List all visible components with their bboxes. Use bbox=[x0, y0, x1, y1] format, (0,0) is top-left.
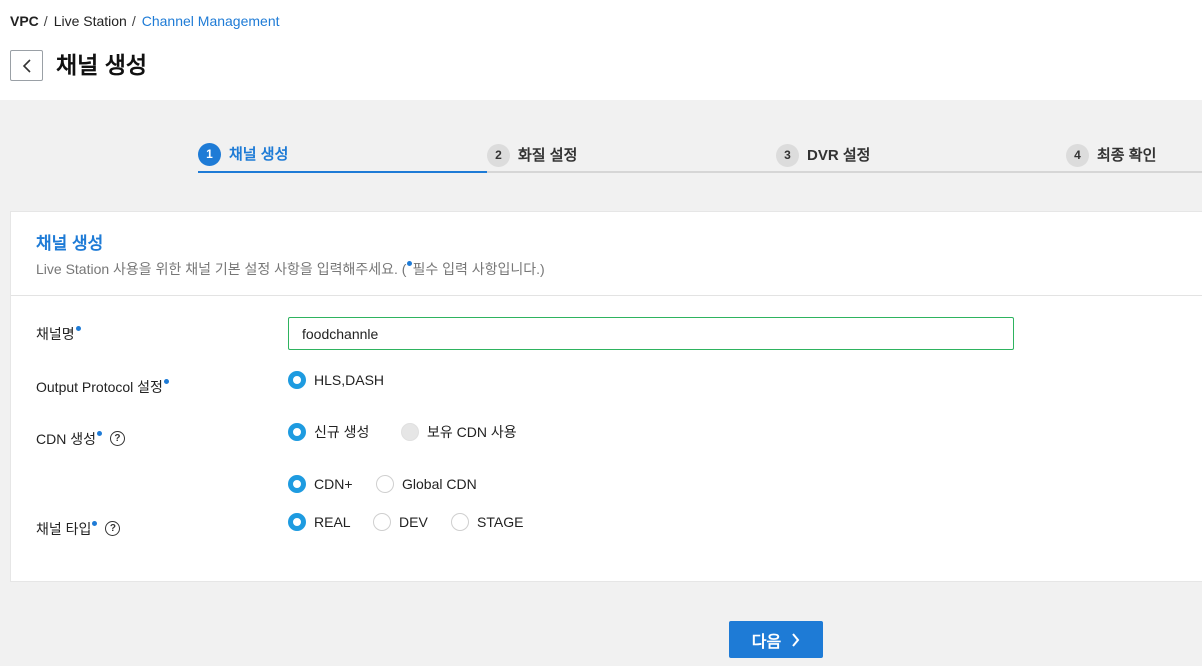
radio-unchecked-icon bbox=[376, 475, 394, 493]
radio-unchecked-icon bbox=[451, 513, 469, 531]
channel-name-label: 채널명 bbox=[36, 324, 81, 344]
next-button[interactable]: 다음 bbox=[729, 621, 823, 658]
form-header: 채널 생성 Live Station 사용을 위한 채널 기본 설정 사항을 입… bbox=[11, 212, 1202, 296]
radio-hls-dash[interactable]: HLS,DASH bbox=[288, 371, 384, 389]
cdn-create-label: CDN 생성 ? bbox=[36, 429, 125, 449]
required-dot-icon bbox=[163, 379, 169, 384]
form-description: Live Station 사용을 위한 채널 기본 설정 사항을 입력해주세요.… bbox=[36, 259, 545, 279]
step-number: 1 bbox=[198, 142, 221, 166]
breadcrumb-separator: / bbox=[131, 13, 136, 29]
required-dot-icon bbox=[75, 326, 81, 331]
radio-cdn-existing[interactable]: 보유 CDN 사용 bbox=[401, 422, 517, 442]
step-dvr-settings[interactable]: 3 DVR 설정 bbox=[776, 133, 870, 173]
help-icon[interactable]: ? bbox=[105, 521, 121, 536]
output-protocol-label: Output Protocol 설정 bbox=[36, 377, 169, 397]
stepper: 1 채널 생성 2 화질 설정 3 DVR 설정 4 최종 확인 bbox=[198, 133, 1202, 173]
radio-dev[interactable]: DEV bbox=[373, 513, 428, 531]
help-icon[interactable]: ? bbox=[109, 431, 125, 446]
radio-stage[interactable]: STAGE bbox=[451, 513, 523, 531]
radio-disabled-icon bbox=[401, 423, 419, 441]
step-label: 채널 생성 bbox=[229, 145, 289, 163]
breadcrumb: VPC / Live Station / Channel Management bbox=[10, 13, 280, 29]
breadcrumb-live-station[interactable]: Live Station bbox=[54, 13, 127, 29]
step-number: 3 bbox=[776, 143, 799, 167]
radio-checked-icon bbox=[288, 475, 306, 493]
radio-real[interactable]: REAL bbox=[288, 513, 351, 531]
radio-checked-icon bbox=[288, 423, 306, 441]
channel-name-input[interactable] bbox=[288, 317, 1014, 350]
breadcrumb-separator: / bbox=[43, 13, 48, 29]
radio-cdn-new[interactable]: 신규 생성 bbox=[288, 422, 369, 442]
step-label: 최종 확인 bbox=[1097, 146, 1157, 164]
page-header: VPC / Live Station / Channel Management … bbox=[0, 0, 1202, 100]
chevron-right-icon bbox=[792, 632, 800, 647]
radio-checked-icon bbox=[288, 513, 306, 531]
page-title: 채널 생성 bbox=[56, 52, 148, 78]
breadcrumb-vpc[interactable]: VPC bbox=[10, 13, 39, 29]
radio-global-cdn[interactable]: Global CDN bbox=[376, 475, 477, 493]
step-final-confirm[interactable]: 4 최종 확인 bbox=[1066, 133, 1156, 173]
back-button[interactable] bbox=[10, 50, 43, 81]
step-label: 화질 설정 bbox=[518, 146, 578, 164]
step-number: 2 bbox=[487, 143, 510, 167]
channel-create-form: 채널 생성 Live Station 사용을 위한 채널 기본 설정 사항을 입… bbox=[10, 211, 1202, 582]
radio-cdn-plus[interactable]: CDN+ bbox=[288, 475, 353, 493]
channel-type-label: 채널 타입 ? bbox=[36, 519, 121, 539]
chevron-left-icon bbox=[22, 58, 31, 73]
step-quality-settings[interactable]: 2 화질 설정 bbox=[487, 133, 577, 173]
form-description-text: Live Station 사용을 위한 채널 기본 설정 사항을 입력해주세요.… bbox=[36, 261, 407, 277]
form-title: 채널 생성 bbox=[36, 234, 104, 253]
form-description-required: 필수 입력 사항입니다.) bbox=[412, 261, 545, 277]
radio-checked-icon bbox=[288, 371, 306, 389]
step-number: 4 bbox=[1066, 143, 1089, 167]
required-dot-icon bbox=[96, 431, 102, 436]
radio-unchecked-icon bbox=[373, 513, 391, 531]
step-label: DVR 설정 bbox=[807, 146, 871, 164]
breadcrumb-channel-management[interactable]: Channel Management bbox=[142, 13, 280, 29]
step-channel-create[interactable]: 1 채널 생성 bbox=[198, 133, 487, 173]
required-dot-icon bbox=[92, 521, 98, 526]
